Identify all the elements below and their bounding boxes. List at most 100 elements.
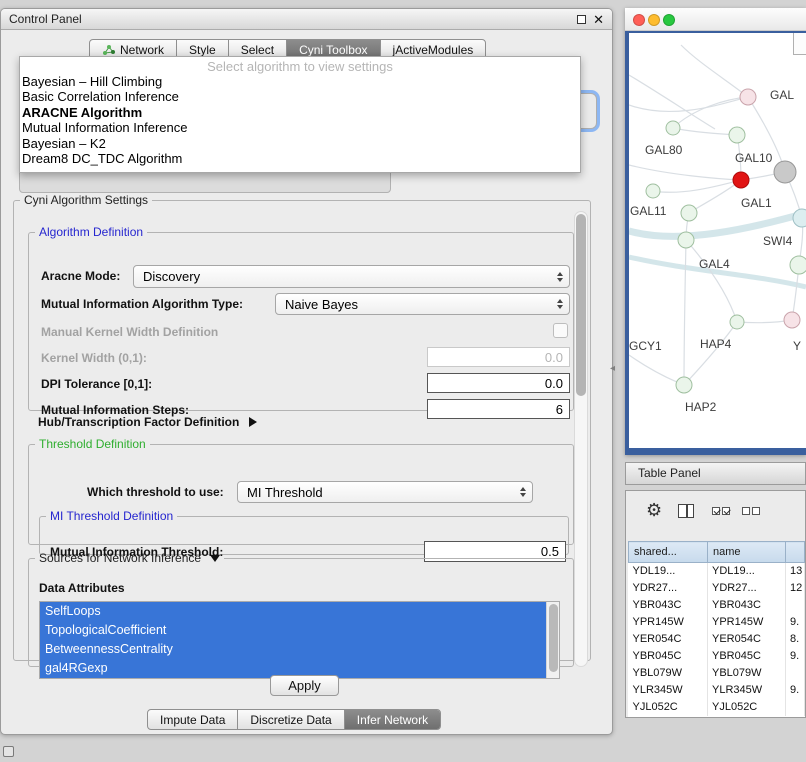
settings-scrollbar-thumb[interactable] xyxy=(576,214,586,396)
attributes-scrollbar-thumb[interactable] xyxy=(549,604,558,672)
apply-button[interactable]: Apply xyxy=(270,675,339,696)
which-threshold-select[interactable]: MI Threshold xyxy=(237,481,533,503)
table-cell[interactable]: YPR145W xyxy=(708,614,786,631)
bottom-tab-bar: Impute DataDiscretize DataInfer Network xyxy=(147,709,441,730)
network-node[interactable] xyxy=(784,312,800,328)
tab-impute-data[interactable]: Impute Data xyxy=(148,710,238,729)
attribute-list-item[interactable]: TopologicalCoefficient xyxy=(40,621,546,640)
table-cell[interactable]: YDL19... xyxy=(629,563,708,580)
table-row[interactable]: YER054CYER054C8. xyxy=(629,631,805,648)
table-cell[interactable]: 9. xyxy=(786,682,805,699)
table-cell[interactable]: YDL19... xyxy=(708,563,786,580)
network-node[interactable] xyxy=(678,232,694,248)
table-cell[interactable]: YER054C xyxy=(629,631,708,648)
kernel-width-field[interactable]: 0.0 xyxy=(427,347,570,367)
table-cell[interactable]: YBR043C xyxy=(708,597,786,614)
table-cell[interactable]: YDR27... xyxy=(629,580,708,597)
table-row[interactable]: YPR145WYPR145W9. xyxy=(629,614,805,631)
table-row[interactable]: YBL079WYBL079W xyxy=(629,665,805,682)
table-row[interactable]: YLR345WYLR345W9. xyxy=(629,682,805,699)
network-node[interactable] xyxy=(733,172,749,188)
network-node[interactable] xyxy=(729,127,745,143)
panel-collapse-handle[interactable]: ◂ xyxy=(610,363,615,374)
gear-icon[interactable]: ⚙ xyxy=(646,500,662,521)
table-cell[interactable]: YJL052C xyxy=(629,699,708,716)
algorithm-definition-title: Algorithm Definition xyxy=(35,225,147,239)
attribute-list-item[interactable]: SelfLoops xyxy=(40,602,546,621)
network-scrollbar[interactable] xyxy=(793,33,806,55)
algorithm-option[interactable]: Dream8 DC_TDC Algorithm xyxy=(20,151,580,166)
table-cell[interactable] xyxy=(786,597,805,614)
table-cell[interactable]: 9. xyxy=(786,648,805,665)
settings-scrollbar[interactable] xyxy=(574,211,588,667)
sources-group-title[interactable]: Sources for Network Inference xyxy=(35,551,224,565)
tab-infer-network[interactable]: Infer Network xyxy=(345,710,440,729)
table-cell[interactable]: YJL052C xyxy=(708,699,786,716)
table-row[interactable]: YDR27...YDR27...12 xyxy=(629,580,805,597)
unchecked-boxes-icon[interactable] xyxy=(742,507,760,515)
network-node[interactable] xyxy=(740,89,756,105)
float-window-icon[interactable] xyxy=(577,15,586,24)
column-header[interactable]: shared... xyxy=(629,542,708,563)
algorithm-option[interactable]: Mutual Information Inference xyxy=(20,120,580,135)
network-node[interactable] xyxy=(793,209,806,227)
which-threshold-value: MI Threshold xyxy=(247,485,520,500)
table-cell[interactable]: 13 xyxy=(786,563,805,580)
zoom-traffic-light-icon[interactable] xyxy=(663,14,675,26)
close-window-icon[interactable]: ✕ xyxy=(593,9,604,30)
table-cell[interactable]: YBR043C xyxy=(629,597,708,614)
table-cell[interactable]: YBR045C xyxy=(708,648,786,665)
mi-threshold-group-title: MI Threshold Definition xyxy=(46,509,177,523)
algorithm-option[interactable]: Bayesian – K2 xyxy=(20,136,580,151)
algorithm-option[interactable]: ARACNE Algorithm xyxy=(20,105,580,120)
table-row[interactable]: YDL19...YDL19...13 xyxy=(629,563,805,580)
node-label: GAL11 xyxy=(630,204,667,218)
manual-kernel-checkbox[interactable] xyxy=(553,323,568,338)
control-panel-titlebar[interactable]: Control Panel ✕ xyxy=(1,9,612,30)
table-cell[interactable]: 9. xyxy=(786,614,805,631)
table-row[interactable]: YBR045CYBR045C9. xyxy=(629,648,805,665)
table-cell[interactable]: YLR345W xyxy=(629,682,708,699)
mi-steps-field[interactable]: 6 xyxy=(427,399,570,419)
checked-boxes-icon[interactable] xyxy=(712,507,730,515)
network-canvas[interactable]: GALGAL80GAL10GAL1GAL11SWI4GAL4GCY1HAP4YH… xyxy=(625,31,806,455)
table-cell[interactable]: 12 xyxy=(786,580,805,597)
network-node[interactable] xyxy=(730,315,744,329)
tab-discretize-data[interactable]: Discretize Data xyxy=(238,710,344,729)
table-cell[interactable]: YDR27... xyxy=(708,580,786,597)
network-node[interactable] xyxy=(666,121,680,135)
table-cell[interactable]: YLR345W xyxy=(708,682,786,699)
table-row[interactable]: YJL052CYJL052C xyxy=(629,699,805,716)
bottom-left-panel-icon[interactable] xyxy=(3,746,14,757)
table-cell[interactable]: YBL079W xyxy=(708,665,786,682)
table-cell[interactable]: YER054C xyxy=(708,631,786,648)
dpi-tolerance-field[interactable]: 0.0 xyxy=(427,373,570,393)
network-titlebar[interactable] xyxy=(625,8,806,31)
close-traffic-light-icon[interactable] xyxy=(633,14,645,26)
algorithm-option[interactable]: Bayesian – Hill Climbing xyxy=(20,74,580,89)
table-cell[interactable]: YPR145W xyxy=(629,614,708,631)
algorithm-option[interactable]: Basic Correlation Inference xyxy=(20,89,580,104)
table-cell[interactable]: 8. xyxy=(786,631,805,648)
table-row[interactable]: YBR043CYBR043C xyxy=(629,597,805,614)
table-cell[interactable] xyxy=(786,699,805,716)
table-cell[interactable]: YBR045C xyxy=(629,648,708,665)
hub-definition-expander[interactable]: Hub/Transcription Factor Definition xyxy=(38,415,257,429)
minimize-traffic-light-icon[interactable] xyxy=(648,14,660,26)
network-node[interactable] xyxy=(676,377,692,393)
network-node[interactable] xyxy=(646,184,660,198)
columns-icon[interactable] xyxy=(678,504,694,518)
column-header[interactable]: name xyxy=(708,542,786,563)
aracne-mode-select[interactable]: Discovery xyxy=(133,265,570,288)
mi-threshold-group: MI Threshold Definition Mutual Informati… xyxy=(39,509,569,555)
network-node[interactable] xyxy=(774,161,796,183)
network-node[interactable] xyxy=(681,205,697,221)
network-node[interactable] xyxy=(790,256,806,274)
table-cell[interactable] xyxy=(786,665,805,682)
attribute-list-item[interactable]: BetweennessCentrality xyxy=(40,640,546,659)
column-header[interactable] xyxy=(786,542,805,563)
table-panel-titlebar[interactable]: Table Panel xyxy=(625,462,806,485)
mi-type-select[interactable]: Naive Bayes xyxy=(275,293,570,315)
attributes-scrollbar[interactable] xyxy=(546,602,559,678)
table-cell[interactable]: YBL079W xyxy=(629,665,708,682)
